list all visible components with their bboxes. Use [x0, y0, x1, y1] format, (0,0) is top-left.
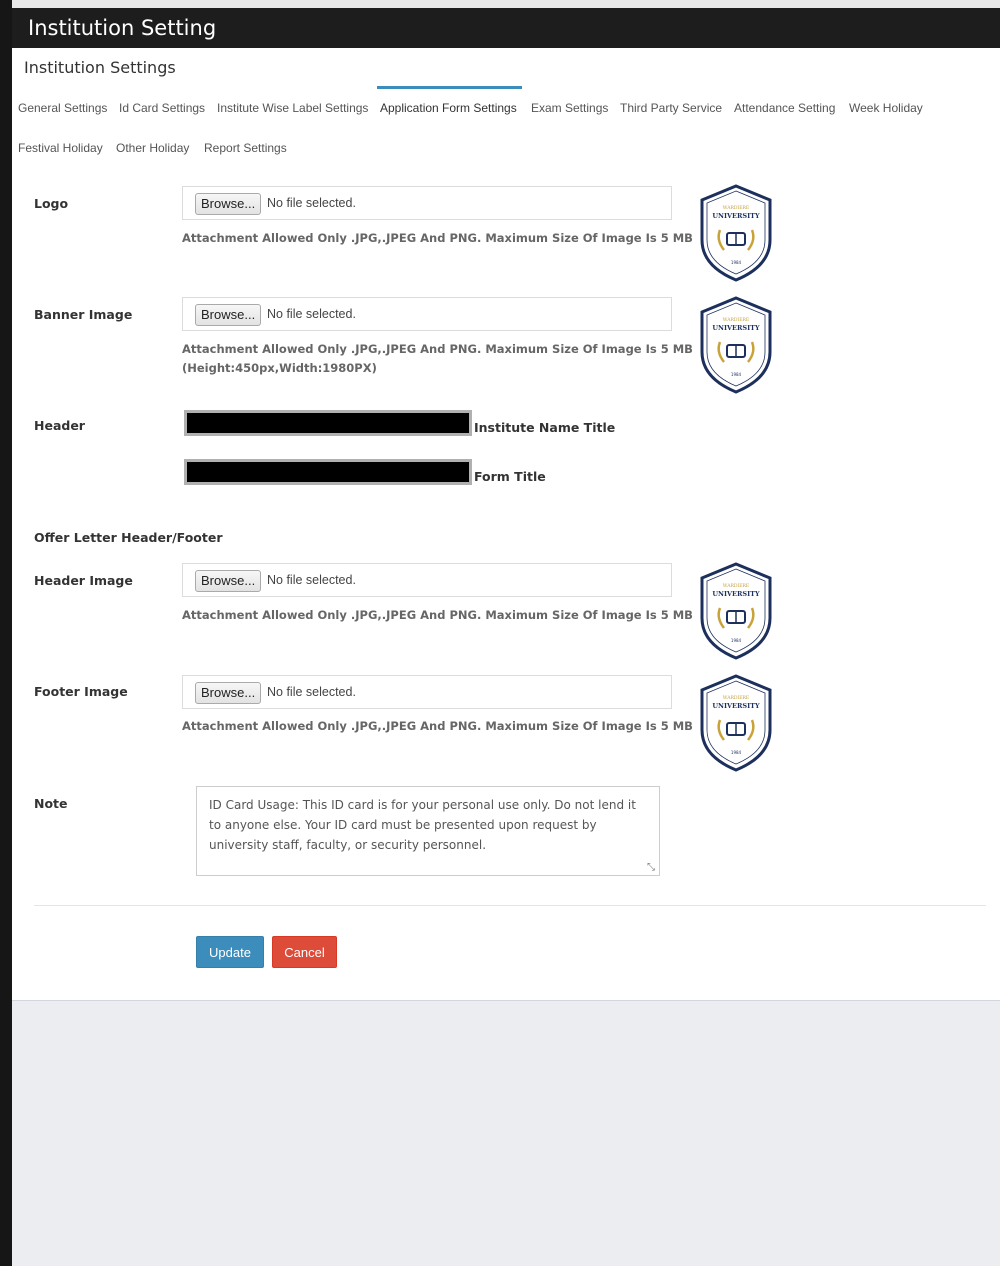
note-textarea[interactable]: ID Card Usage: This ID card is for your …	[196, 786, 660, 876]
university-logo-image: WARDIERE UNIVERSITY 1984	[700, 184, 772, 282]
footer-image-hint: Attachment Allowed Only .JPG,.JPEG And P…	[182, 719, 693, 733]
logo-name-text: UNIVERSITY	[712, 702, 760, 710]
university-logo-image: WARDIERE UNIVERSITY 1984	[700, 674, 772, 772]
tab-application-form-settings[interactable]: Application Form Settings	[380, 101, 517, 115]
footer-image-label: Footer Image	[34, 684, 128, 699]
institute-name-title-input[interactable]	[184, 410, 472, 436]
footer-image-file-input[interactable]: Browse... No file selected.	[182, 675, 672, 709]
banner-file-input[interactable]: Browse... No file selected.	[182, 297, 672, 331]
logo-file-input[interactable]: Browse... No file selected.	[182, 186, 672, 220]
form-title-input[interactable]	[184, 459, 472, 485]
header-image-file-input[interactable]: Browse... No file selected.	[182, 563, 672, 597]
logo-browse-button[interactable]: Browse...	[195, 193, 262, 215]
logo-file-status: No file selected.	[267, 196, 356, 210]
tab-exam-settings[interactable]: Exam Settings	[531, 101, 608, 115]
form-divider	[34, 905, 986, 906]
cancel-button[interactable]: Cancel	[272, 936, 337, 968]
settings-panel: Institution Settings General Settings Id…	[12, 48, 1000, 1000]
header-image-file-status: No file selected.	[267, 573, 356, 587]
header-image-label: Header Image	[34, 573, 133, 588]
resize-grip-icon[interactable]: ⤡	[647, 863, 657, 873]
logo-year-text: 1984	[731, 750, 742, 755]
tab-other-holiday[interactable]: Other Holiday	[116, 141, 189, 155]
logo-year-text: 1984	[731, 260, 742, 265]
banner-browse-button[interactable]: Browse...	[195, 304, 262, 326]
footer-image-file-status: No file selected.	[267, 685, 356, 699]
window-top-strip	[12, 0, 1000, 8]
note-text: ID Card Usage: This ID card is for your …	[209, 798, 636, 852]
banner-file-status: No file selected.	[267, 307, 356, 321]
page-background-area	[12, 1000, 1000, 1266]
tab-third-party-service[interactable]: Third Party Service	[620, 101, 722, 115]
logo-year-text: 1984	[731, 372, 742, 377]
logo-top-text: WARDIERE	[723, 583, 749, 589]
note-label: Note	[34, 796, 68, 811]
banner-hint: Attachment Allowed Only .JPG,.JPEG And P…	[182, 342, 693, 356]
university-logo-image: WARDIERE UNIVERSITY 1984	[700, 296, 772, 394]
logo-top-text: WARDIERE	[723, 205, 749, 211]
header-label: Header	[34, 418, 85, 433]
tab-week-holiday[interactable]: Week Holiday	[849, 101, 923, 115]
offer-letter-section-label: Offer Letter Header/Footer	[34, 530, 223, 545]
tab-report-settings[interactable]: Report Settings	[204, 141, 287, 155]
header-image-browse-button[interactable]: Browse...	[195, 570, 262, 592]
logo-name-text: UNIVERSITY	[712, 590, 760, 598]
logo-year-text: 1984	[731, 638, 742, 643]
institute-name-title-label: Institute Name Title	[474, 420, 616, 435]
tab-institute-wise-label-settings[interactable]: Institute Wise Label Settings	[217, 101, 368, 115]
university-logo-image: WARDIERE UNIVERSITY 1984	[700, 562, 772, 660]
update-button[interactable]: Update	[196, 936, 264, 968]
footer-image-browse-button[interactable]: Browse...	[195, 682, 262, 704]
window-frame-left	[0, 0, 12, 1266]
window-title: Institution Setting	[12, 8, 1000, 48]
banner-dimension-hint: (Height:450px,Width:1980PX)	[182, 361, 377, 375]
logo-name-text: UNIVERSITY	[712, 212, 760, 220]
header-image-hint: Attachment Allowed Only .JPG,.JPEG And P…	[182, 608, 693, 622]
tab-festival-holiday[interactable]: Festival Holiday	[18, 141, 103, 155]
banner-label: Banner Image	[34, 307, 133, 322]
logo-top-text: WARDIERE	[723, 317, 749, 323]
tab-id-card-settings[interactable]: Id Card Settings	[119, 101, 205, 115]
logo-hint: Attachment Allowed Only .JPG,.JPEG And P…	[182, 231, 693, 245]
logo-name-text: UNIVERSITY	[712, 324, 760, 332]
form-title-label: Form Title	[474, 469, 546, 484]
tab-general-settings[interactable]: General Settings	[18, 101, 107, 115]
logo-label: Logo	[34, 196, 69, 211]
tab-attendance-setting[interactable]: Attendance Setting	[734, 101, 835, 115]
active-tab-indicator	[377, 86, 522, 89]
panel-title: Institution Settings	[24, 58, 176, 77]
logo-top-text: WARDIERE	[723, 695, 749, 701]
